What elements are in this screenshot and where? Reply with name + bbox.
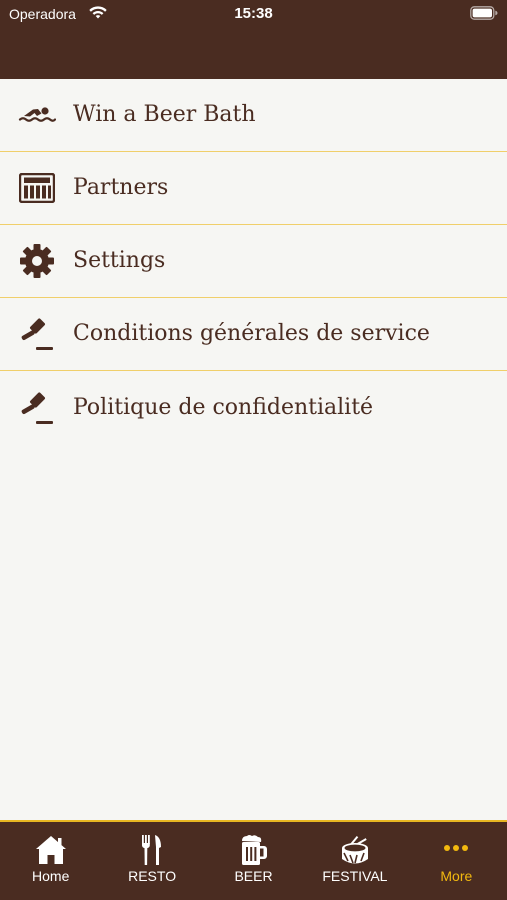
- gavel-icon: [18, 389, 56, 427]
- menu-item-label: Partners: [73, 175, 169, 200]
- battery-icon: [470, 6, 498, 23]
- menu-item-settings[interactable]: Settings: [0, 225, 507, 298]
- fork-knife-icon: [132, 832, 172, 868]
- tab-label: Home: [32, 868, 70, 884]
- menu-item-win-beer-bath[interactable]: Win a Beer Bath: [0, 79, 507, 152]
- tab-label: More: [440, 868, 473, 884]
- nav-header: Operadora 15:38: [0, 0, 507, 79]
- tab-resto[interactable]: RESTO: [101, 822, 202, 900]
- tab-more[interactable]: More: [406, 822, 507, 900]
- swimmer-icon: [18, 96, 56, 134]
- tab-label: FESTIVAL: [322, 868, 388, 884]
- more-menu-list: Win a Beer Bath Partners Settings Condit…: [0, 79, 507, 444]
- home-icon: [31, 832, 71, 868]
- status-time: 15:38: [234, 5, 273, 22]
- tab-home[interactable]: Home: [0, 822, 101, 900]
- tab-label: BEER: [234, 868, 273, 884]
- menu-item-conditions[interactable]: Conditions générales de service: [0, 298, 507, 371]
- menu-item-partners[interactable]: Partners: [0, 152, 507, 225]
- tab-bar: Home RESTO BEER FESTIVAL More: [0, 820, 507, 900]
- tab-festival[interactable]: FESTIVAL: [304, 822, 405, 900]
- more-dots-icon: [436, 832, 476, 868]
- menu-item-privacy-policy[interactable]: Politique de confidentialité: [0, 371, 507, 444]
- gear-icon: [18, 242, 56, 280]
- drum-icon: [335, 832, 375, 868]
- menu-item-label: Conditions générales de service: [73, 321, 430, 346]
- gavel-icon: [18, 315, 56, 353]
- newspaper-icon: [18, 169, 56, 207]
- status-bar: Operadora 15:38: [0, 0, 507, 28]
- menu-item-label: Politique de confidentialité: [73, 394, 374, 420]
- tab-label: RESTO: [128, 868, 177, 884]
- beer-mug-icon: [234, 832, 274, 868]
- tab-beer[interactable]: BEER: [203, 822, 304, 900]
- menu-item-label: Win a Beer Bath: [73, 102, 256, 127]
- menu-item-label: Settings: [73, 248, 166, 273]
